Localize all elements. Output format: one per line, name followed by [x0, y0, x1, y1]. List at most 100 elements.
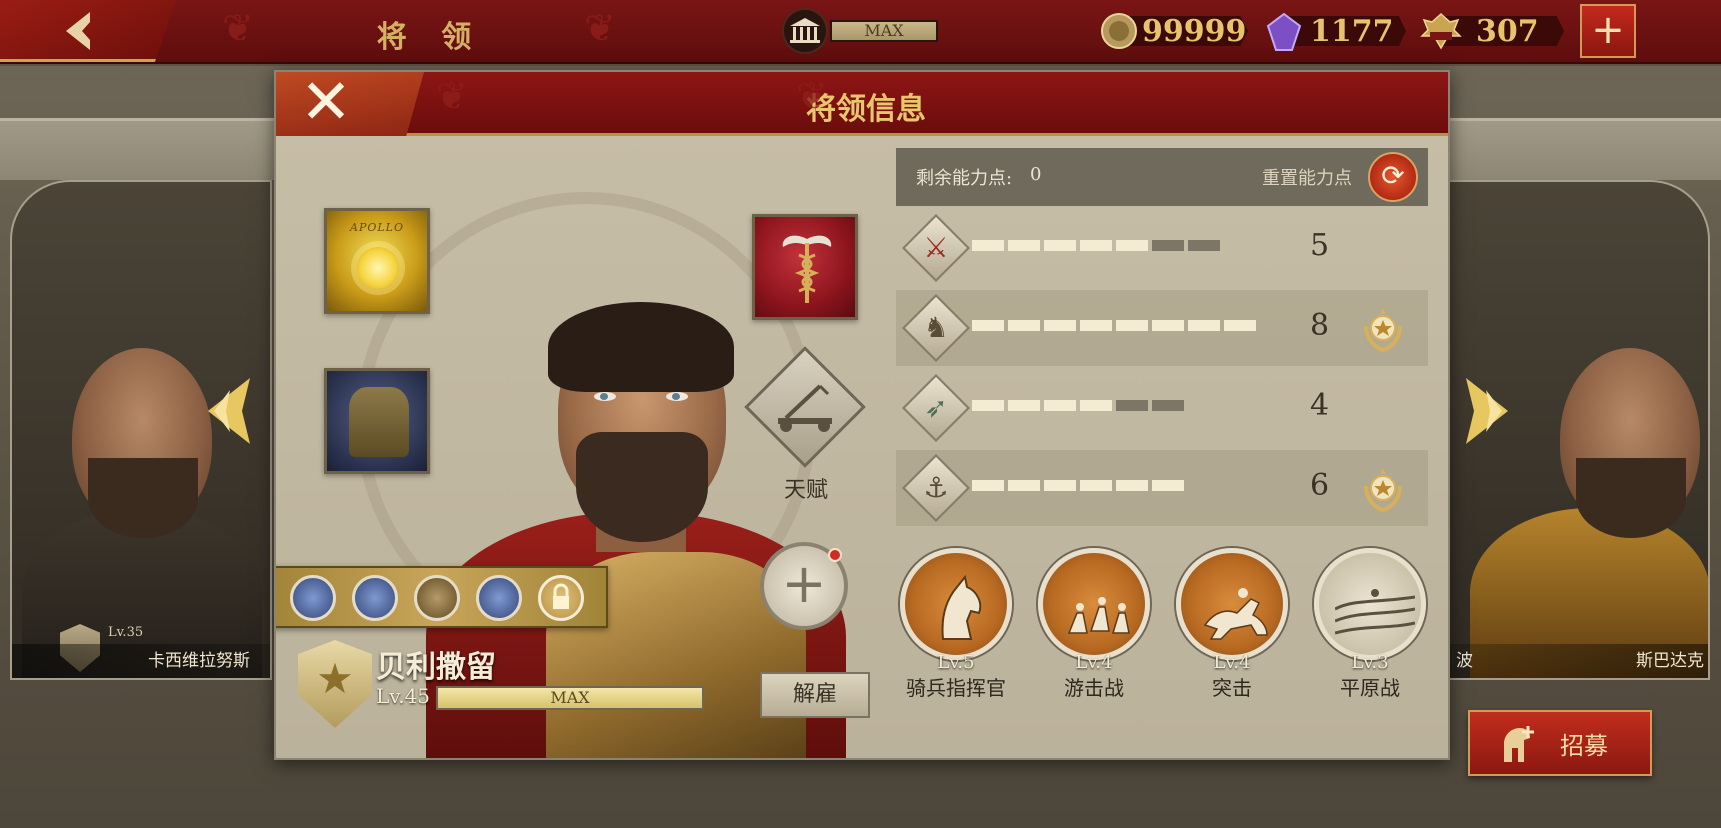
skill-level: Lv.5 — [937, 652, 975, 673]
anchor-icon: ⚓ — [923, 471, 949, 504]
riders-icon — [1067, 597, 1130, 634]
general-info-modal: ✕ ❦ 将领信息 ❦ APOLLO 天赋 + ★ 贝利撒留 Lv.45 MAX … — [274, 70, 1450, 760]
horse-head-icon — [941, 574, 982, 640]
siege-engine-icon — [778, 384, 832, 432]
medal-strip — [276, 566, 608, 628]
medal-shield-icon[interactable] — [290, 575, 336, 621]
talent-label: 天赋 — [783, 478, 828, 503]
stat-segment — [1188, 240, 1220, 251]
stat-segment — [972, 480, 1004, 491]
stat-value: 6 — [1310, 468, 1330, 503]
medal-eagle-icon[interactable] — [414, 575, 460, 621]
stat-segment — [1044, 480, 1076, 491]
stat-segment — [1080, 480, 1112, 491]
next-general-name-partial-right: 斯巴达克 — [1636, 651, 1704, 671]
temple-icon — [782, 8, 828, 54]
close-button[interactable]: ✕ — [276, 72, 424, 136]
ability-points-header: 剩余能力点: 0 重置能力点 ⟳ — [896, 148, 1428, 206]
spqr-eagle-icon — [1420, 12, 1462, 50]
gem-value: 1177 — [1310, 14, 1394, 49]
skill-cavalry-commander[interactable]: Lv.5 骑兵指挥官 — [900, 548, 1012, 700]
dismiss-button[interactable]: 解雇 — [760, 672, 870, 718]
coin-value: 99999 — [1142, 14, 1247, 49]
prev-general-arrow-icon[interactable] — [200, 376, 262, 446]
sword-icon: ⚔ — [923, 231, 949, 264]
horse-icon: ♞ — [923, 311, 949, 344]
skill-level: Lv.4 — [1075, 652, 1113, 673]
general-name: 贝利撒留 — [376, 650, 496, 685]
level-max-label: MAX — [550, 688, 590, 707]
temple-level[interactable]: MAX — [782, 8, 938, 54]
skill-plains-warfare[interactable]: Lv.3 平原战 — [1314, 548, 1426, 700]
skill-name: 骑兵指挥官 — [906, 676, 1006, 700]
stat-segment — [972, 320, 1004, 331]
equipment-slot-armor[interactable] — [324, 368, 430, 474]
back-arrow-icon — [66, 12, 90, 50]
stat-segment — [1008, 240, 1040, 251]
medal-lock-icon[interactable] — [538, 575, 584, 621]
back-button[interactable] — [0, 0, 176, 62]
stat-segment — [1152, 480, 1184, 491]
stat-row-cavalry: ♞ 8 — [896, 290, 1428, 366]
stat-segment — [1152, 240, 1184, 251]
next-general-portrait — [1470, 258, 1708, 678]
prev-general-name: 卡西维拉努斯 — [12, 644, 270, 678]
spartan-helmet-plus-icon — [1504, 726, 1534, 762]
skill-assault[interactable]: Lv.4 突击 — [1176, 548, 1288, 700]
stat-segment — [1008, 480, 1040, 491]
skill-name: 突击 — [1212, 676, 1252, 700]
recruit-button[interactable]: 招募 — [1468, 710, 1652, 776]
stat-segment — [1116, 240, 1148, 251]
stat-segment — [1080, 240, 1112, 251]
add-resource-button[interactable]: + — [1580, 4, 1636, 58]
star-laurel-badge-icon — [1364, 308, 1402, 353]
stat-row-archery: ➶ 4 — [896, 370, 1428, 446]
sun-icon — [357, 247, 399, 289]
stat-segment — [1224, 320, 1256, 331]
remaining-points-label: 剩余能力点: — [916, 168, 1013, 189]
coin-resource[interactable]: 99999 — [1100, 12, 1248, 50]
laurel-icon: ❦ — [584, 6, 616, 50]
caduceus-icon — [782, 235, 832, 303]
next-general-arrow-icon[interactable] — [1454, 376, 1516, 446]
stat-segment — [1188, 320, 1220, 331]
stat-value: 8 — [1310, 308, 1330, 343]
equipment-slot-banner[interactable]: APOLLO — [324, 208, 430, 314]
charging-horseman-icon — [1203, 588, 1268, 640]
laurel-icon: ❦ — [222, 6, 254, 50]
stat-segment — [1116, 400, 1148, 411]
medal-temple-icon[interactable] — [476, 575, 522, 621]
level-progress-bar: MAX — [436, 686, 704, 710]
laurel-icon: ❦ — [436, 74, 468, 118]
stat-segment — [1044, 320, 1076, 331]
stat-segment — [1008, 320, 1040, 331]
prev-general-level: Lv.35 — [108, 625, 144, 640]
skill-name: 游击战 — [1064, 676, 1124, 700]
reset-points-button[interactable]: ⟳ — [1368, 152, 1418, 202]
stat-segment — [1152, 400, 1184, 411]
stat-row-naval: ⚓ 6 — [896, 450, 1428, 526]
bow-icon: ➶ — [924, 391, 948, 424]
skill-name: 平原战 — [1340, 676, 1400, 700]
temple-max-bar: MAX — [830, 20, 938, 42]
equipment-slot-caduceus[interactable] — [752, 214, 858, 320]
spqr-resource[interactable]: 307 — [1420, 12, 1564, 50]
stat-segment — [1116, 480, 1148, 491]
gem-icon — [1266, 12, 1302, 51]
stat-segment — [1116, 320, 1148, 331]
general-level: Lv.45 — [376, 684, 431, 708]
star-laurel-badge-icon — [1364, 468, 1402, 513]
coin-icon — [1101, 13, 1137, 49]
rank-badge: ★ — [298, 640, 372, 728]
modal-title: 将领信息 — [806, 92, 926, 127]
gem-resource[interactable]: 1177 — [1266, 12, 1406, 51]
stat-value: 5 — [1310, 228, 1330, 263]
laurel-icon: ❦ — [796, 74, 828, 118]
notification-dot — [828, 548, 842, 562]
stat-segment — [1080, 400, 1112, 411]
apollo-label: APOLLO — [350, 221, 404, 234]
medal-beast-icon[interactable] — [352, 575, 398, 621]
spqr-value: 307 — [1476, 14, 1539, 49]
page-title: 将 领 — [376, 20, 484, 55]
skill-guerrilla-warfare[interactable]: Lv.4 游击战 — [1038, 548, 1150, 700]
